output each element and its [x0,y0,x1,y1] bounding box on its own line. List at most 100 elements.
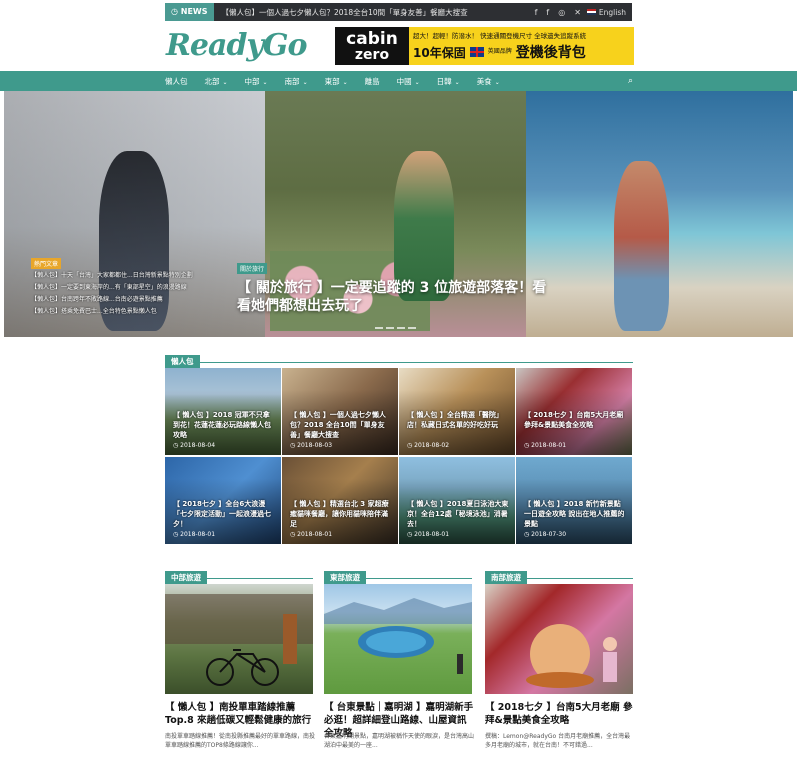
tile-date: ◷ 2018-08-04 [173,442,216,449]
ad-brand-line1: cabin [346,28,398,49]
section-title[interactable]: 中部旅遊 [165,571,207,584]
shaved-ice-illustration [526,624,617,688]
top-bar: ◷ NEWS 【懶人包】一個人過七夕懶人包？2018全台10間「單身友善」餐廳大… [0,0,797,24]
chevron-down-icon: ⌄ [302,78,308,86]
ad-main: 10年保固 英國品牌 登機後背包 [413,42,630,62]
slider-dot[interactable] [397,327,405,329]
news-tag: ◷ NEWS [165,3,214,21]
tile-title[interactable]: 【 懶人包 】精選台北 3 家超療癒貓咪餐廳，讓你用貓咪陪伴滿足 [290,499,392,529]
nav-item-islands[interactable]: 離島 [365,76,380,87]
featured-badge: 熱門文章 [31,258,62,269]
article-tile[interactable]: 【 2018七夕 】全台6大浪漫「七夕限定活動」一起浪漫過七夕！ ◷ 2018-… [165,457,281,544]
hero-title[interactable]: 【 關於旅行 】一定要追蹤的 3 位旅遊部落客！看看她們都想出去玩了 [237,279,557,315]
section-title[interactable]: 懶人包 [165,355,200,368]
article-tile[interactable]: 【 懶人包 】一個人過七夕懶人包？2018 全台10間「單身友善」餐廳大搜查 ◷… [282,368,398,455]
facebook-icon[interactable]: f [535,8,538,17]
featured-list-item[interactable]: 【懶人包】一定要到東海岸的...有「東部星空」的浪漫路線 [31,282,216,294]
article-image-east[interactable] [324,584,472,694]
bicycle-illustration [165,594,313,686]
tile-title[interactable]: 【 懶人包 】一個人過七夕懶人包？2018 全台10間「單身友善」餐廳大搜查 [290,410,392,440]
nav-item-label: 離島 [364,76,380,86]
nav-item-east[interactable]: 東部 ⌄ [325,76,348,87]
woman-figure-right [614,161,669,331]
tile-title[interactable]: 【 懶人包 】2018 新竹新景點一日遊全攻略 說出在地人推薦的景點 [524,499,626,529]
date-text: 2018-08-01 [297,531,333,538]
ad-origin: 英國品牌 [487,47,512,55]
chevron-down-icon: ⌄ [342,78,348,86]
site-logo[interactable]: ReadyGo [166,28,307,63]
section-title[interactable]: 東部旅遊 [324,571,366,584]
ad-body: 超大！超輕！防潑水！ 快速通關登機尺寸 全球遺失追蹤系統 10年保固 英國品牌 … [409,27,634,65]
nav-item-label: 日韓 [436,76,452,86]
tile-title[interactable]: 【 2018七夕 】台南5大月老廟 參拜&景點美食全攻略 [524,410,626,430]
hero-category-badge[interactable]: 關於旅行 [237,263,268,274]
featured-list-item[interactable]: 【懶人包】搭乘免費巴士...全台特色景點懶人包 [31,306,216,318]
instagram-icon[interactable]: ◎ [558,8,565,17]
section-head-south: 南部旅遊 [485,565,633,584]
ad-brand-line2: zero [354,46,390,63]
ad-brand: cabin zero [335,27,409,65]
main-nav-inner: 懶人包 北部 ⌄ 中部 ⌄ 南部 ⌄ 東部 ⌄ 離島 中國 ⌄ 日韓 ⌄ 美食 ⌄ ⌕ [165,71,635,91]
date-text: 2018-07-30 [531,531,567,538]
article-excerpt-central: 南投單車踏線推薦！從南投縣推薦最好的單車路線，南投單車踏線推薦的TOP8條路線讓… [165,733,316,749]
twitter-icon[interactable]: ✕ [574,8,581,17]
featured-list-item[interactable]: 【懶人包】十天「台灣」大家都都住...日台灣新景點特別企劃 [31,270,216,282]
article-excerpt-south: 撰稿：Lemon@ReadyGo 台南月老廟推薦，全台灣最多月老廟的城市，就在台… [485,733,631,749]
tile-title[interactable]: 【 懶人包 】2018夏日泳池大東京！全台12處「秘境泳池」消暑去！ [407,499,509,529]
section-head-lazy-pack: 懶人包 [165,349,633,368]
article-image-central[interactable] [165,584,313,694]
ad-warranty: 10年保固 [413,45,466,60]
ad-product: 登機後背包 [515,45,586,61]
chevron-down-icon: ⌄ [222,78,228,86]
ad-banner[interactable]: cabin zero 超大！超輕！防潑水！ 快速通關登機尺寸 全球遺失追蹤系統 … [335,27,634,65]
uk-flag-icon [469,47,484,57]
article-tile[interactable]: 【 懶人包 】精選台北 3 家超療癒貓咪餐廳，讓你用貓咪陪伴滿足 ◷ 2018-… [282,457,398,544]
nav-item-north[interactable]: 北部 ⌄ [205,76,228,87]
article-tile[interactable]: 【 懶人包 】2018夏日泳池大東京！全台12處「秘境泳池」消暑去！ ◷ 201… [399,457,515,544]
tile-date: ◷ 2018-07-30 [524,531,567,538]
tile-title[interactable]: 【 懶人包 】2018 冠軍不只拿到花！花蓮花蓮必玩路線懶人包攻略 [173,410,275,440]
nav-item-lazy-pack[interactable]: 懶人包 [165,76,188,87]
tile-title[interactable]: 【 懶人包 】全台精選「醫院」店！私藏日式名單的好吃好玩 [407,410,509,430]
article-image-south[interactable] [485,584,633,694]
top-bar-inner: ◷ NEWS 【懶人包】一個人過七夕懶人包？2018全台10間「單身友善」餐廳大… [165,3,632,21]
nav-item-south[interactable]: 南部 ⌄ [285,76,308,87]
tile-date: ◷ 2018-08-01 [407,531,450,538]
search-icon[interactable]: ⌕ [628,76,633,86]
chevron-down-icon: ⌄ [414,78,420,86]
main-nav: 懶人包 北部 ⌄ 中部 ⌄ 南部 ⌄ 東部 ⌄ 離島 中國 ⌄ 日韓 ⌄ 美食 ⌄ ⌕ [0,71,797,91]
date-text: 2018-08-03 [297,442,333,449]
date-text: 2018-08-04 [180,442,216,449]
featured-list-item[interactable]: 【懶人包】台南跨年不敗路線...台南必遊景點推薦 [31,294,216,306]
article-tile[interactable]: 【 2018七夕 】台南5大月老廟 參拜&景點美食全攻略 ◷ 2018-08-0… [516,368,632,455]
nav-item-food[interactable]: 美食 ⌄ [477,76,500,87]
nav-item-japan-korea[interactable]: 日韓 ⌄ [437,76,460,87]
article-tile[interactable]: 【 懶人包 】全台精選「醫院」店！私藏日式名單的好吃好玩 ◷ 2018-08-0… [399,368,515,455]
nav-item-label: 懶人包 [165,76,188,86]
slider-dot[interactable] [408,327,416,329]
featured-list: 【懶人包】十天「台灣」大家都都住...日台灣新景點特別企劃 【懶人包】一定要到東… [31,270,216,318]
section-head-east: 東部旅遊 [324,565,472,584]
slider-dot[interactable] [375,327,383,329]
article-title-south[interactable]: 【 2018七夕 】台南5大月老廟 參拜&景點美食全攻略 [485,701,635,727]
tile-date: ◷ 2018-08-01 [290,531,333,538]
chevron-down-icon: ⌄ [262,78,268,86]
slider-dot[interactable] [386,327,394,329]
tile-title[interactable]: 【 2018七夕 】全台6大浪漫「七夕限定活動」一起浪漫過七夕！ [173,499,275,529]
nav-item-label: 北部 [204,76,220,86]
article-title-central[interactable]: 【 懶人包 】南投單車踏線推薦 Top.8 來趟低碳又輕鬆健康的旅行 [165,701,315,727]
chevron-down-icon: ⌄ [454,78,460,86]
lake-illustration [324,598,472,674]
hero-slider: 熱門文章 【懶人包】十天「台灣」大家都都住...日台灣新景點特別企劃 【懶人包】… [4,91,793,337]
language-switcher[interactable]: English [586,8,626,17]
news-ticker[interactable]: 【懶人包】一個人過七夕懶人包？2018全台10間「單身友善」餐廳大搜查 [222,7,535,18]
article-tile[interactable]: 【 懶人包 】2018 新竹新景點一日遊全攻略 說出在地人推薦的景點 ◷ 201… [516,457,632,544]
article-tile[interactable]: 【 懶人包 】2018 冠軍不只拿到花！花蓮花蓮必玩路線懶人包攻略 ◷ 2018… [165,368,281,455]
facebook-icon[interactable]: f [546,8,549,17]
nav-item-label: 中部 [244,76,260,86]
chevron-down-icon: ⌄ [494,78,500,86]
section-title[interactable]: 南部旅遊 [485,571,527,584]
section-head-central: 中部旅遊 [165,565,313,584]
nav-item-china[interactable]: 中國 ⌄ [397,76,420,87]
nav-item-central[interactable]: 中部 ⌄ [245,76,268,87]
